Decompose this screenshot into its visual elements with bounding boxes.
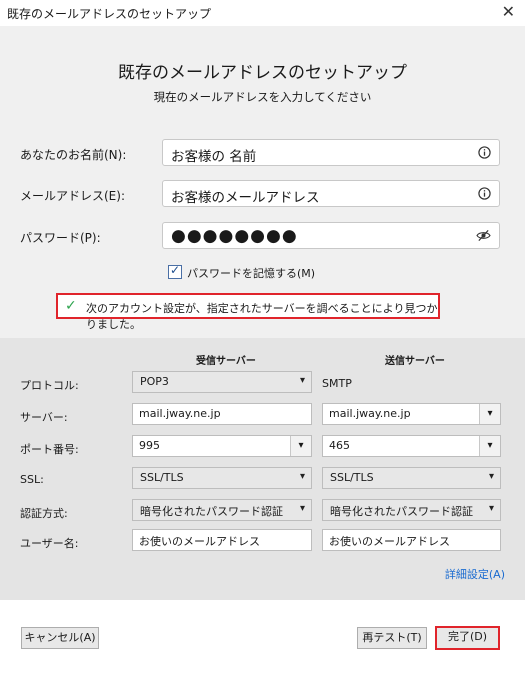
username-label: ユーザー名: <box>20 537 79 550</box>
protocol-label: プロトコル: <box>20 379 79 392</box>
password-field[interactable]: ●●●●●●●● <box>162 222 500 249</box>
auth-label: 認証方式: <box>20 507 68 520</box>
chevron-down-icon: ▾ <box>488 503 494 514</box>
outgoing-protocol-value: SMTP <box>322 377 352 390</box>
email-value: お客様のメールアドレス <box>171 190 320 206</box>
outgoing-port-value: 465 <box>329 439 350 452</box>
chevron-down-icon[interactable]: ▾ <box>479 436 500 456</box>
done-button[interactable]: 完了(D) <box>435 626 500 650</box>
chevron-down-icon: ▾ <box>299 375 305 386</box>
name-field[interactable]: お客様の 名前 <box>162 139 500 166</box>
incoming-server-header: 受信サーバー <box>196 356 256 367</box>
password-mask: ●●●●●●●● <box>171 226 298 246</box>
close-icon[interactable]: ✕ <box>502 2 515 21</box>
advanced-config-link[interactable]: 詳細設定(A) <box>445 566 505 582</box>
page-title: 既存のメールアドレスのセットアップ <box>118 63 407 83</box>
incoming-auth-select[interactable]: 暗号化されたパスワード認証 ▾ <box>132 499 312 521</box>
name-label: あなたのお名前(N): <box>20 148 127 162</box>
remember-password-checkbox[interactable]: ✓ <box>168 263 182 279</box>
outgoing-server-header: 送信サーバー <box>385 356 445 367</box>
chevron-down-icon[interactable]: ▾ <box>479 404 500 424</box>
incoming-protocol-select[interactable]: POP3 ▾ <box>132 371 312 393</box>
incoming-protocol-value: POP3 <box>140 375 169 388</box>
page-subtitle: 現在のメールアドレスを入力してください <box>153 90 372 104</box>
outgoing-port-input[interactable]: 465 ▾ <box>322 435 501 457</box>
server-label: サーバー: <box>20 411 68 424</box>
notice-message: 次のアカウント設定が、指定されたサーバーを調べることにより見つかりました。 <box>86 302 438 331</box>
info-icon[interactable] <box>478 187 491 200</box>
incoming-server-input[interactable]: mail.jway.ne.jp <box>132 403 312 425</box>
remember-password[interactable]: ✓ パスワードを記憶する(M) <box>168 263 316 281</box>
incoming-username-input[interactable]: お使いのメールアドレス <box>132 529 312 551</box>
outgoing-server-value: mail.jway.ne.jp <box>329 407 411 420</box>
outgoing-server-input[interactable]: mail.jway.ne.jp ▾ <box>322 403 501 425</box>
window-title: 既存のメールアドレスのセットアップ <box>7 7 212 21</box>
outgoing-auth-value: 暗号化されたパスワード認証 <box>330 505 473 518</box>
config-found-notice: ✓ 次のアカウント設定が、指定されたサーバーを調べることにより見つかりました。 <box>56 293 440 331</box>
incoming-port-input[interactable]: 995 ▾ <box>132 435 312 457</box>
cancel-button[interactable]: キャンセル(A) <box>21 627 99 649</box>
name-value: お客様の 名前 <box>171 149 257 165</box>
outgoing-username-value: お使いのメールアドレス <box>329 535 450 548</box>
password-label: パスワード(P): <box>20 231 101 245</box>
ssl-label: SSL: <box>20 473 44 486</box>
outgoing-ssl-value: SSL/TLS <box>330 471 374 484</box>
title-bar: 既存のメールアドレスのセットアップ ✕ <box>0 0 525 26</box>
port-label: ポート番号: <box>20 443 79 456</box>
incoming-auth-value: 暗号化されたパスワード認証 <box>140 505 283 518</box>
email-field[interactable]: お客様のメールアドレス <box>162 180 500 207</box>
chevron-down-icon: ▾ <box>488 471 494 482</box>
retest-button[interactable]: 再テスト(T) <box>357 627 427 649</box>
eye-slash-icon[interactable] <box>476 229 491 242</box>
check-icon: ✓ <box>65 298 77 314</box>
outgoing-username-input[interactable]: お使いのメールアドレス <box>322 529 501 551</box>
incoming-ssl-select[interactable]: SSL/TLS ▾ <box>132 467 312 489</box>
remember-password-label: パスワードを記憶する(M) <box>187 267 316 280</box>
chevron-down-icon: ▾ <box>299 503 305 514</box>
outgoing-auth-select[interactable]: 暗号化されたパスワード認証 ▾ <box>322 499 501 521</box>
outgoing-ssl-select[interactable]: SSL/TLS ▾ <box>322 467 501 489</box>
incoming-username-value: お使いのメールアドレス <box>139 535 260 548</box>
chevron-down-icon[interactable]: ▾ <box>290 436 311 456</box>
incoming-server-value: mail.jway.ne.jp <box>139 407 221 420</box>
chevron-down-icon: ▾ <box>299 471 305 482</box>
info-icon[interactable] <box>478 146 491 159</box>
email-label: メールアドレス(E): <box>20 189 125 203</box>
incoming-port-value: 995 <box>139 439 160 452</box>
check-icon: ✓ <box>170 263 181 277</box>
incoming-ssl-value: SSL/TLS <box>140 471 184 484</box>
